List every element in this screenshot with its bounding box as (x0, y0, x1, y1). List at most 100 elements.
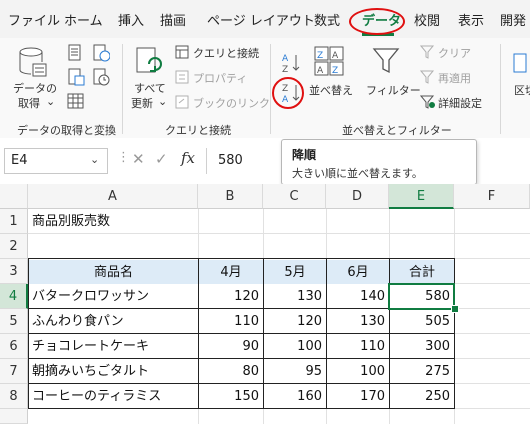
svg-text:A: A (282, 54, 289, 64)
column-header-b[interactable]: B (198, 184, 263, 209)
tab-developer[interactable]: 開発 (500, 0, 526, 38)
table-cell[interactable]: 120 (263, 309, 326, 334)
sort-dialog-icon: ZAAZ (314, 46, 344, 76)
data-tab-annotation-circle (349, 8, 405, 35)
table-cell[interactable]: ふんわり食パン (28, 309, 198, 334)
table-cell[interactable]: 170 (326, 384, 389, 409)
table-cell[interactable]: 130 (326, 309, 389, 334)
tab-formulas[interactable]: 数式 (314, 0, 340, 38)
tab-review[interactable]: 校閲 (414, 0, 440, 38)
column-header-a[interactable]: A (28, 184, 198, 209)
table-cell[interactable]: 95 (263, 359, 326, 384)
row-header[interactable] (0, 409, 28, 424)
header-cell[interactable]: 合計 (390, 260, 454, 284)
row-header[interactable]: 5 (0, 309, 28, 334)
table-cell[interactable]: 130 (263, 284, 326, 309)
filter-icon (372, 46, 400, 76)
table-cell[interactable]: コーヒーのティラミス (28, 384, 198, 409)
properties-button[interactable]: プロパティ (193, 70, 247, 86)
tab-home[interactable]: ホーム (64, 0, 103, 38)
enter-check-icon[interactable]: ✓ (155, 150, 168, 168)
queries-connections-button[interactable]: クエリと接続 (193, 45, 259, 61)
clear-button[interactable]: クリア (438, 45, 471, 61)
get-data-label[interactable]: データの (13, 80, 57, 96)
workbook-links-icon (175, 95, 189, 109)
menu-bar: ファイル ホーム 挿入 描画 ページ レイアウト 数式 データ 校閲 表示 開発 (0, 0, 530, 38)
row-header[interactable]: 3 (0, 259, 28, 284)
table-cell[interactable]: 505 (389, 309, 454, 334)
reapply-button[interactable]: 再適用 (438, 70, 471, 86)
table-cell[interactable]: 110 (326, 334, 389, 359)
refresh-all-label2[interactable]: 更新 (131, 95, 153, 111)
table-cell[interactable]: 140 (326, 284, 389, 309)
sort-button[interactable]: 並べ替え (309, 82, 353, 98)
table-cell[interactable]: 160 (263, 384, 326, 409)
workbook-links-button[interactable]: ブックのリンク (193, 95, 270, 111)
existing-connections-icon[interactable] (67, 93, 85, 111)
text-to-columns-icon (513, 52, 527, 74)
column-header-e[interactable]: E (389, 184, 454, 209)
properties-icon (175, 70, 189, 84)
tab-page-layout[interactable]: ページ レイアウト (207, 0, 315, 38)
insert-function-icon[interactable]: fx (181, 149, 195, 167)
header-cell[interactable]: 5月 (264, 260, 326, 284)
table-cell[interactable]: 110 (198, 309, 263, 334)
table-cell[interactable]: 300 (389, 334, 454, 359)
table-range-icon[interactable] (67, 68, 85, 86)
web-icon[interactable] (92, 44, 110, 62)
group-label-get-data: データの取得と変換 (17, 124, 116, 137)
row-header[interactable]: 6 (0, 334, 28, 359)
table-cell[interactable]: バタークロワッサン (28, 284, 198, 309)
advanced-filter-icon (420, 95, 436, 109)
sort-ascending-icon[interactable]: AZ (280, 52, 302, 74)
table-cell[interactable]: 100 (326, 359, 389, 384)
chevron-down-icon[interactable]: ⌄ (46, 95, 55, 108)
row-header[interactable]: 8 (0, 384, 28, 409)
text-csv-icon[interactable] (67, 44, 83, 62)
active-cell-border (388, 283, 455, 310)
formula-input[interactable]: 580 (218, 153, 243, 168)
get-data-label2[interactable]: 取得 (18, 95, 40, 111)
table-cell[interactable]: 80 (198, 359, 263, 384)
chevron-down-icon[interactable]: ⌄ (158, 95, 167, 108)
select-all-corner[interactable] (0, 184, 28, 209)
table-cell[interactable]: チョコレートケーキ (28, 334, 198, 359)
column-header-c[interactable]: C (263, 184, 326, 209)
advanced-button[interactable]: 詳細設定 (438, 95, 482, 111)
table-cell[interactable]: 275 (389, 359, 454, 384)
table-cell[interactable]: 250 (389, 384, 454, 409)
tab-insert[interactable]: 挿入 (118, 0, 144, 38)
row-header[interactable]: 2 (0, 234, 28, 259)
tab-view[interactable]: 表示 (458, 0, 484, 38)
svg-text:Z: Z (317, 51, 323, 61)
clear-filter-icon (420, 45, 436, 59)
refresh-all-label[interactable]: すべて (134, 80, 166, 96)
tab-draw[interactable]: 描画 (160, 0, 186, 38)
ribbon: データの 取得 ⌄ データの取得と変換 すべて 更新 ⌄ クエリと接続 プロパテ… (0, 38, 530, 139)
tab-file[interactable]: ファイル (8, 0, 60, 38)
text-to-columns-label[interactable]: 区切 (514, 82, 530, 98)
table-cell[interactable]: 90 (198, 334, 263, 359)
queries-connections-icon (175, 45, 189, 59)
row-header[interactable]: 4 (0, 284, 28, 309)
svg-text:Z: Z (332, 66, 338, 76)
cancel-icon[interactable]: ✕ (132, 150, 145, 168)
recent-sources-icon[interactable] (92, 68, 110, 86)
row-header[interactable]: 1 (0, 209, 28, 234)
column-header-d[interactable]: D (326, 184, 389, 209)
table-cell[interactable]: 120 (198, 284, 263, 309)
header-cell[interactable]: 6月 (327, 260, 389, 284)
header-cell[interactable]: 商品名 (29, 260, 198, 284)
sort-descending-annotation-circle (272, 77, 304, 109)
reapply-icon (420, 70, 436, 84)
table-cell[interactable]: 150 (198, 384, 263, 409)
sheet-title-cell[interactable]: 商品別販売数 (28, 209, 198, 234)
chevron-down-icon[interactable]: ⌄ (90, 153, 99, 166)
filter-button[interactable]: フィルター (366, 82, 421, 98)
header-cell[interactable]: 4月 (199, 260, 263, 284)
table-cell[interactable]: 朝摘みいちごタルト (28, 359, 198, 384)
row-header[interactable]: 7 (0, 359, 28, 384)
fill-handle[interactable] (451, 305, 459, 313)
column-header-f[interactable]: F (454, 184, 530, 209)
table-cell[interactable]: 100 (263, 334, 326, 359)
